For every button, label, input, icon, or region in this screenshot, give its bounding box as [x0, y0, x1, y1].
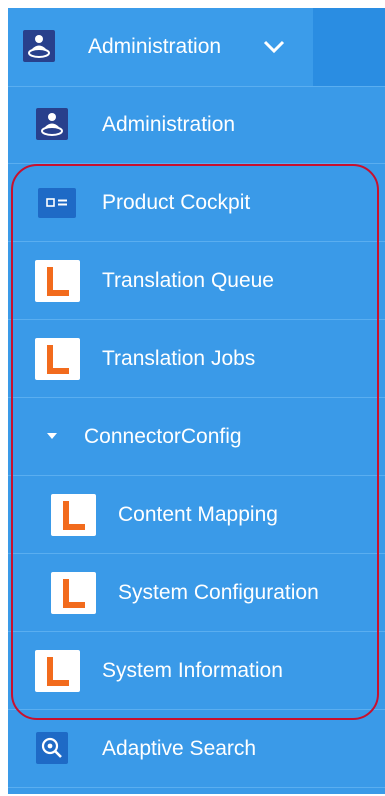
- l-logo-icon: [35, 260, 80, 302]
- menu-group-label: ConnectorConfig: [84, 425, 242, 448]
- menu-item-system-configuration[interactable]: System Configuration: [8, 554, 385, 632]
- menu-group-connector-config[interactable]: ConnectorConfig: [8, 398, 385, 476]
- menu-item-label: Adaptive Search: [102, 737, 257, 760]
- menu-item-product-cockpit[interactable]: Product Cockpit: [8, 164, 385, 242]
- menu-item-translation-jobs[interactable]: Translation Jobs: [8, 320, 385, 398]
- adaptive-search-icon: [36, 732, 68, 764]
- menu-item-label: Administration: [102, 113, 236, 136]
- menu-item-adaptive-search[interactable]: Adaptive Search: [8, 710, 385, 788]
- navigation-panel: Administration Administration Product Co…: [8, 8, 385, 794]
- menu-item-label: System Configuration: [118, 581, 319, 604]
- header-accent: [313, 8, 385, 86]
- header-title: Administration: [88, 35, 222, 58]
- expand-triangle-icon[interactable]: [46, 432, 58, 440]
- l-logo-icon: [35, 650, 80, 692]
- l-logo-icon: [35, 338, 80, 380]
- l-logo-icon: [51, 494, 96, 536]
- menu-item-administration[interactable]: Administration: [8, 86, 385, 164]
- admin-user-icon: [36, 108, 68, 140]
- chevron-down-icon[interactable]: [262, 38, 286, 56]
- menu-item-label: Product Cockpit: [102, 191, 251, 214]
- section-header[interactable]: Administration: [8, 8, 385, 87]
- menu-item-label: Translation Jobs: [102, 347, 256, 370]
- menu-item-label: System Information: [102, 659, 283, 682]
- admin-user-icon: [23, 30, 55, 62]
- menu-item-system-information[interactable]: System Information: [8, 632, 385, 710]
- menu-item-translation-queue[interactable]: Translation Queue: [8, 242, 385, 320]
- menu-item-label: Content Mapping: [118, 503, 278, 526]
- product-cockpit-icon: [38, 188, 76, 218]
- l-logo-icon: [51, 572, 96, 614]
- menu-item-content-mapping[interactable]: Content Mapping: [8, 476, 385, 554]
- menu-item-label: Translation Queue: [102, 269, 274, 292]
